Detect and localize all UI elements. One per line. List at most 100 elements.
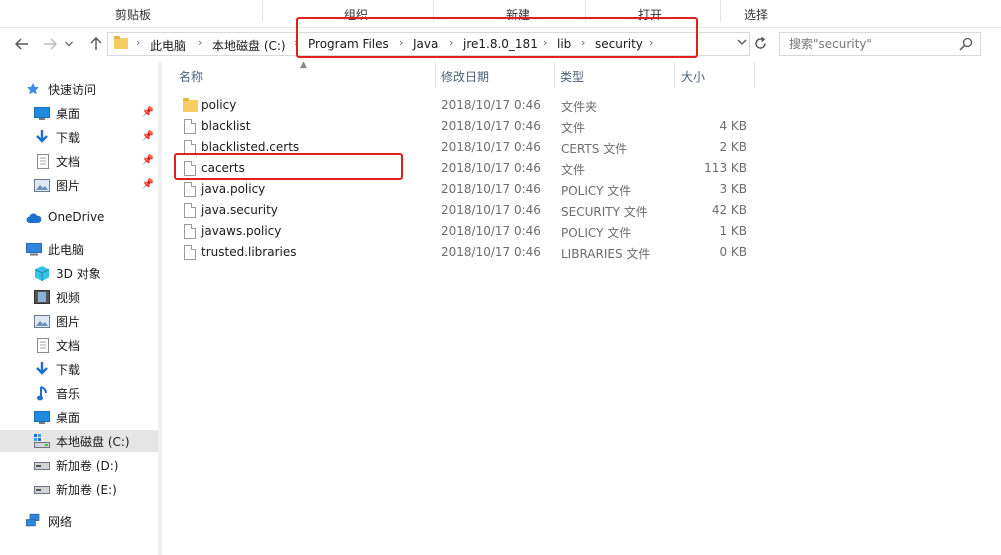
- ribbon-group-organize[interactable]: 组织: [344, 6, 368, 23]
- ribbon: 剪贴板 组织 新建 打开 选择: [0, 0, 1001, 28]
- sidebar-item-drive-c[interactable]: 本地磁盘 (C:): [0, 430, 158, 452]
- pictures-icon: [34, 178, 50, 192]
- sidebar-item-this-pc[interactable]: 此电脑: [0, 238, 158, 260]
- sidebar-item-label: 网络: [48, 514, 73, 529]
- sidebar-item-desktop[interactable]: 桌面 📌: [0, 102, 158, 124]
- desktop-icon: [34, 410, 50, 424]
- up-button[interactable]: [86, 34, 106, 54]
- breadcrumb-chevron-icon[interactable]: ›: [449, 36, 453, 49]
- file-date: 2018/10/17 0:46: [441, 224, 541, 238]
- search-input[interactable]: [780, 33, 955, 55]
- onedrive-cloud-icon: [26, 211, 42, 225]
- sidebar-item-label: 下载: [56, 362, 81, 377]
- file-row[interactable]: java.security 2018/10/17 0:46 SECURITY 文…: [172, 200, 760, 221]
- pin-icon[interactable]: 📌: [142, 155, 154, 166]
- sidebar-item-drive-d[interactable]: 新加卷 (D:): [0, 454, 158, 476]
- file-name: blacklisted.certs: [201, 140, 300, 154]
- file-row[interactable]: blacklisted.certs 2018/10/17 0:46 CERTS …: [172, 137, 760, 158]
- breadcrumb-chevron-icon[interactable]: ›: [581, 36, 585, 49]
- file-size: 4 KB: [719, 119, 747, 133]
- file-row[interactable]: trusted.libraries 2018/10/17 0:46 LIBRAR…: [172, 242, 760, 263]
- file-type: 文件: [561, 163, 586, 177]
- sidebar-scrollbar[interactable]: [158, 62, 162, 555]
- sidebar-item-pictures[interactable]: 图片: [0, 310, 158, 332]
- column-divider[interactable]: [754, 62, 755, 88]
- breadcrumb-chevron-icon[interactable]: ›: [294, 36, 298, 49]
- breadcrumb-chevron-icon[interactable]: ›: [399, 36, 403, 49]
- column-type[interactable]: 类型: [560, 68, 584, 85]
- sidebar-item-label: 本地磁盘 (C:): [56, 434, 130, 449]
- file-name: java.security: [201, 203, 278, 217]
- file-icon: [184, 224, 196, 239]
- column-date[interactable]: 修改日期: [441, 68, 489, 85]
- file-date: 2018/10/17 0:46: [441, 161, 541, 175]
- file-size: 2 KB: [719, 140, 747, 154]
- ribbon-group-select[interactable]: 选择: [744, 6, 768, 23]
- sidebar-item-music[interactable]: 音乐: [0, 382, 158, 404]
- breadcrumb-java[interactable]: Java: [413, 37, 438, 51]
- ribbon-divider: [720, 0, 721, 22]
- sidebar-item-drive-e[interactable]: 新加卷 (E:): [0, 478, 158, 500]
- network-icon: [26, 513, 42, 527]
- sidebar-item-desktop[interactable]: 桌面: [0, 406, 158, 428]
- breadcrumb-security[interactable]: security: [595, 37, 643, 51]
- address-bar[interactable]: › 此电脑 › 本地磁盘 (C:) › Program Files › Java…: [107, 32, 750, 56]
- file-name: cacerts: [201, 161, 245, 175]
- file-size: 42 KB: [711, 203, 747, 217]
- sidebar-item-documents[interactable]: 文档: [0, 334, 158, 356]
- address-dropdown-button[interactable]: [737, 36, 747, 49]
- column-divider[interactable]: [674, 62, 675, 88]
- search-box: [779, 32, 981, 56]
- breadcrumb-chevron-icon[interactable]: ›: [543, 36, 547, 49]
- sidebar-item-quick-access[interactable]: 快速访问: [0, 78, 158, 100]
- sidebar-item-3d-objects[interactable]: 3D 对象: [0, 262, 158, 284]
- sidebar-item-onedrive[interactable]: OneDrive: [0, 206, 158, 228]
- sidebar-item-downloads[interactable]: 下载 📌: [0, 126, 158, 148]
- file-date: 2018/10/17 0:46: [441, 203, 541, 217]
- sidebar-item-label: 新加卷 (D:): [56, 458, 119, 473]
- file-icon: [184, 140, 196, 155]
- file-row[interactable]: javaws.policy 2018/10/17 0:46 POLICY 文件 …: [172, 221, 760, 242]
- search-icon[interactable]: [959, 37, 973, 51]
- file-icon: [184, 119, 196, 134]
- breadcrumb-this-pc[interactable]: 此电脑: [150, 37, 186, 54]
- breadcrumb-chevron-icon[interactable]: ›: [198, 36, 202, 49]
- breadcrumb-lib[interactable]: lib: [557, 37, 571, 51]
- breadcrumb-drive-c[interactable]: 本地磁盘 (C:): [212, 37, 286, 54]
- recent-locations-button[interactable]: [62, 34, 76, 54]
- ribbon-divider: [433, 0, 434, 22]
- file-date: 2018/10/17 0:46: [441, 98, 541, 112]
- breadcrumb-jre[interactable]: jre1.8.0_181: [463, 37, 538, 51]
- ribbon-group-new[interactable]: 新建: [506, 6, 530, 23]
- sidebar-item-documents[interactable]: 文档 📌: [0, 150, 158, 172]
- column-divider[interactable]: [435, 62, 436, 88]
- ribbon-group-open[interactable]: 打开: [638, 6, 662, 23]
- folder-icon: [183, 98, 198, 112]
- sidebar-item-pictures[interactable]: 图片 📌: [0, 174, 158, 196]
- column-divider[interactable]: [554, 62, 555, 88]
- forward-button[interactable]: [40, 34, 60, 54]
- file-row[interactable]: blacklist 2018/10/17 0:46 文件 4 KB: [172, 116, 760, 137]
- breadcrumb-program-files[interactable]: Program Files: [308, 37, 389, 51]
- sidebar-item-downloads[interactable]: 下载: [0, 358, 158, 380]
- refresh-button[interactable]: [750, 32, 770, 54]
- pin-icon[interactable]: 📌: [142, 131, 154, 142]
- sidebar-item-label: 文档: [56, 154, 81, 169]
- back-button[interactable]: [12, 34, 32, 54]
- sidebar-item-label: 视频: [56, 290, 81, 305]
- file-row[interactable]: java.policy 2018/10/17 0:46 POLICY 文件 3 …: [172, 179, 760, 200]
- column-name[interactable]: 名称: [179, 68, 203, 85]
- file-row[interactable]: policy 2018/10/17 0:46 文件夹: [172, 95, 760, 116]
- column-size[interactable]: 大小: [681, 68, 705, 85]
- download-icon: [34, 129, 50, 144]
- pin-icon[interactable]: 📌: [142, 179, 154, 190]
- file-row[interactable]: cacerts 2018/10/17 0:46 文件 113 KB: [172, 158, 760, 179]
- sidebar-item-videos[interactable]: 视频: [0, 286, 158, 308]
- chevron-down-icon: [737, 39, 747, 45]
- pin-icon[interactable]: 📌: [142, 107, 154, 118]
- breadcrumb-chevron-icon[interactable]: ›: [136, 36, 140, 49]
- sidebar-item-label: 图片: [56, 178, 81, 193]
- sidebar-item-network[interactable]: 网络: [0, 510, 158, 532]
- ribbon-group-clipboard[interactable]: 剪贴板: [115, 6, 151, 23]
- breadcrumb-chevron-icon[interactable]: ›: [649, 36, 653, 49]
